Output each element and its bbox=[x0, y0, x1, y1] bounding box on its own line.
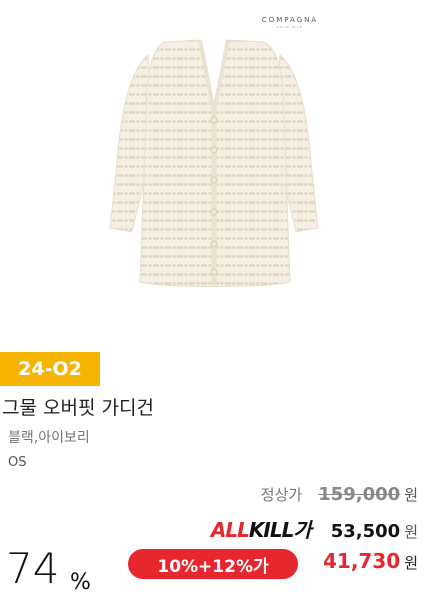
season-badge: 24-O2 bbox=[0, 352, 100, 386]
regular-price-value: 159,000 bbox=[318, 484, 401, 505]
product-card[interactable]: COMPAGNA POUR ELLE 24-O2 그물 오버핏 가디건 블랙,아… bbox=[0, 0, 430, 600]
product-image[interactable]: COMPAGNA POUR ELLE bbox=[0, 0, 430, 340]
regular-price-label: 정상가 bbox=[260, 486, 303, 504]
allkill-logo-red: ALL bbox=[210, 518, 250, 542]
cardigan-image bbox=[109, 39, 319, 287]
brand-name: COMPAGNA bbox=[261, 16, 319, 24]
product-colors: 블랙,아이보리 bbox=[8, 430, 90, 446]
brand-logo: COMPAGNA POUR ELLE bbox=[250, 16, 330, 29]
brand-subtitle: POUR ELLE bbox=[277, 25, 303, 29]
currency-unit: 원 bbox=[404, 523, 418, 541]
currency-unit: 원 bbox=[404, 486, 418, 504]
discount-rate-unit: % bbox=[70, 570, 91, 595]
regular-price-row: 정상가 159,000 원 bbox=[261, 484, 418, 505]
final-price-value: 41,730 bbox=[323, 549, 401, 573]
allkill-price-value: 53,500 bbox=[330, 521, 401, 542]
product-size: OS bbox=[8, 455, 27, 470]
final-price-row: 41,730 원 bbox=[323, 549, 418, 573]
allkill-logo-black: KILL가 bbox=[248, 518, 312, 542]
discount-rate: 74 bbox=[6, 544, 60, 593]
currency-unit: 원 bbox=[404, 554, 418, 572]
allkill-logo: ALLKILL가 bbox=[210, 514, 312, 543]
allkill-price-row: ALLKILL가 53,500 원 bbox=[211, 514, 418, 543]
coupon-discount-badge[interactable]: 10%+12%가 bbox=[128, 549, 298, 579]
product-title[interactable]: 그물 오버핏 가디건 bbox=[2, 393, 154, 420]
